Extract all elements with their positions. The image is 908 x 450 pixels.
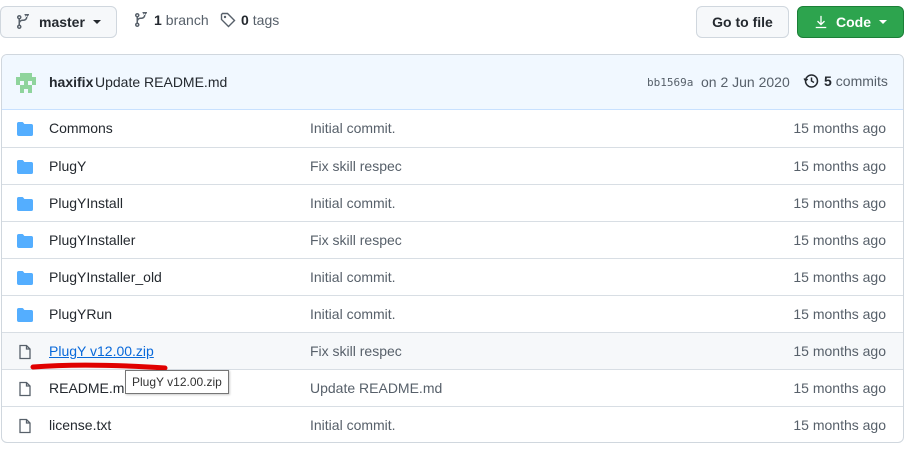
folder-icon <box>17 122 33 136</box>
file-name[interactable]: license.txt <box>49 417 111 433</box>
tag-icon <box>220 12 236 28</box>
avatar[interactable] <box>16 73 36 93</box>
code-button-label: Code <box>836 14 871 30</box>
chevron-down-icon <box>879 20 887 24</box>
file-age: 15 months ago <box>793 306 886 322</box>
file-name[interactable]: README.md <box>49 380 132 396</box>
chevron-down-icon <box>92 20 101 24</box>
git-branch-icon <box>135 12 147 27</box>
file-row: Commons Initial commit. 15 months ago <box>2 110 903 147</box>
file-commit-message[interactable]: Initial commit. <box>310 306 396 322</box>
file-commit-message[interactable]: Update README.md <box>310 380 442 396</box>
commit-sha[interactable]: bb1569a <box>647 76 693 89</box>
file-age: 15 months ago <box>793 417 886 433</box>
history-icon <box>803 74 819 88</box>
file-age: 15 months ago <box>793 232 886 248</box>
file-age: 15 months ago <box>793 380 886 396</box>
commit-date: on 2 Jun 2020 <box>701 74 790 90</box>
file-name[interactable]: PlugY <box>49 158 86 174</box>
file-commit-message[interactable]: Initial commit. <box>310 417 396 433</box>
branches-link[interactable]: 1 branch <box>133 12 209 28</box>
file-row: PlugYInstaller_old Initial commit. 15 mo… <box>2 258 903 295</box>
code-button[interactable]: Code <box>797 6 904 38</box>
download-icon <box>815 15 827 29</box>
file-name[interactable]: PlugYInstall <box>49 195 123 211</box>
branch-select-button[interactable]: master <box>0 6 117 38</box>
file-name[interactable]: PlugYInstaller_old <box>49 269 162 285</box>
tag-count: 0 <box>241 12 249 28</box>
latest-commit-bar: haxifix Update README.md bb1569a on 2 Ju… <box>2 55 903 110</box>
folder-icon <box>17 160 33 174</box>
tag-text: tags <box>252 12 280 28</box>
tooltip: PlugY v12.00.zip <box>125 370 229 394</box>
file-row: license.txt Initial commit. 15 months ag… <box>2 406 903 442</box>
branch-text: branch <box>165 12 209 28</box>
file-commit-message[interactable]: Fix skill respec <box>310 343 402 359</box>
file-name[interactable]: PlugY v12.00.zip <box>49 343 154 359</box>
commit-message[interactable]: Update README.md <box>95 74 227 90</box>
file-row: PlugYInstaller Fix skill respec 15 month… <box>2 221 903 258</box>
git-branch-icon <box>17 14 29 29</box>
file-row: PlugYInstall Initial commit. 15 months a… <box>2 184 903 221</box>
go-to-file-button[interactable]: Go to file <box>696 6 789 38</box>
file-icon <box>19 344 31 360</box>
file-commit-message[interactable]: Fix skill respec <box>310 158 402 174</box>
file-commit-message[interactable]: Fix skill respec <box>310 232 402 248</box>
commit-count: 5 <box>824 73 832 89</box>
commits-link[interactable]: 5 commits <box>803 73 888 89</box>
file-commit-message[interactable]: Initial commit. <box>310 120 396 136</box>
file-commit-message[interactable]: Initial commit. <box>310 269 396 285</box>
file-age: 15 months ago <box>793 343 886 359</box>
branch-count: 1 <box>154 12 162 28</box>
folder-icon <box>17 271 33 285</box>
folder-icon <box>17 234 33 248</box>
file-commit-message[interactable]: Initial commit. <box>310 195 396 211</box>
file-age: 15 months ago <box>793 269 886 285</box>
file-icon <box>19 381 31 397</box>
branch-label: master <box>39 14 85 30</box>
file-row: PlugY Fix skill respec 15 months ago <box>2 147 903 184</box>
file-name[interactable]: PlugYInstaller <box>49 232 135 248</box>
tags-link[interactable]: 0 tags <box>220 12 279 28</box>
commit-count-text: commits <box>835 73 888 89</box>
file-icon <box>19 418 31 434</box>
repo-toolbar: master 1 branch 0 tags Go to file Code <box>0 0 908 44</box>
file-age: 15 months ago <box>793 120 886 136</box>
file-age: 15 months ago <box>793 195 886 211</box>
folder-icon <box>17 308 33 322</box>
file-row: PlugYRun Initial commit. 15 months ago <box>2 295 903 332</box>
file-age: 15 months ago <box>793 158 886 174</box>
file-name[interactable]: Commons <box>49 120 113 136</box>
file-name[interactable]: PlugYRun <box>49 306 112 322</box>
folder-icon <box>17 197 33 211</box>
commit-author[interactable]: haxifix <box>49 74 93 90</box>
